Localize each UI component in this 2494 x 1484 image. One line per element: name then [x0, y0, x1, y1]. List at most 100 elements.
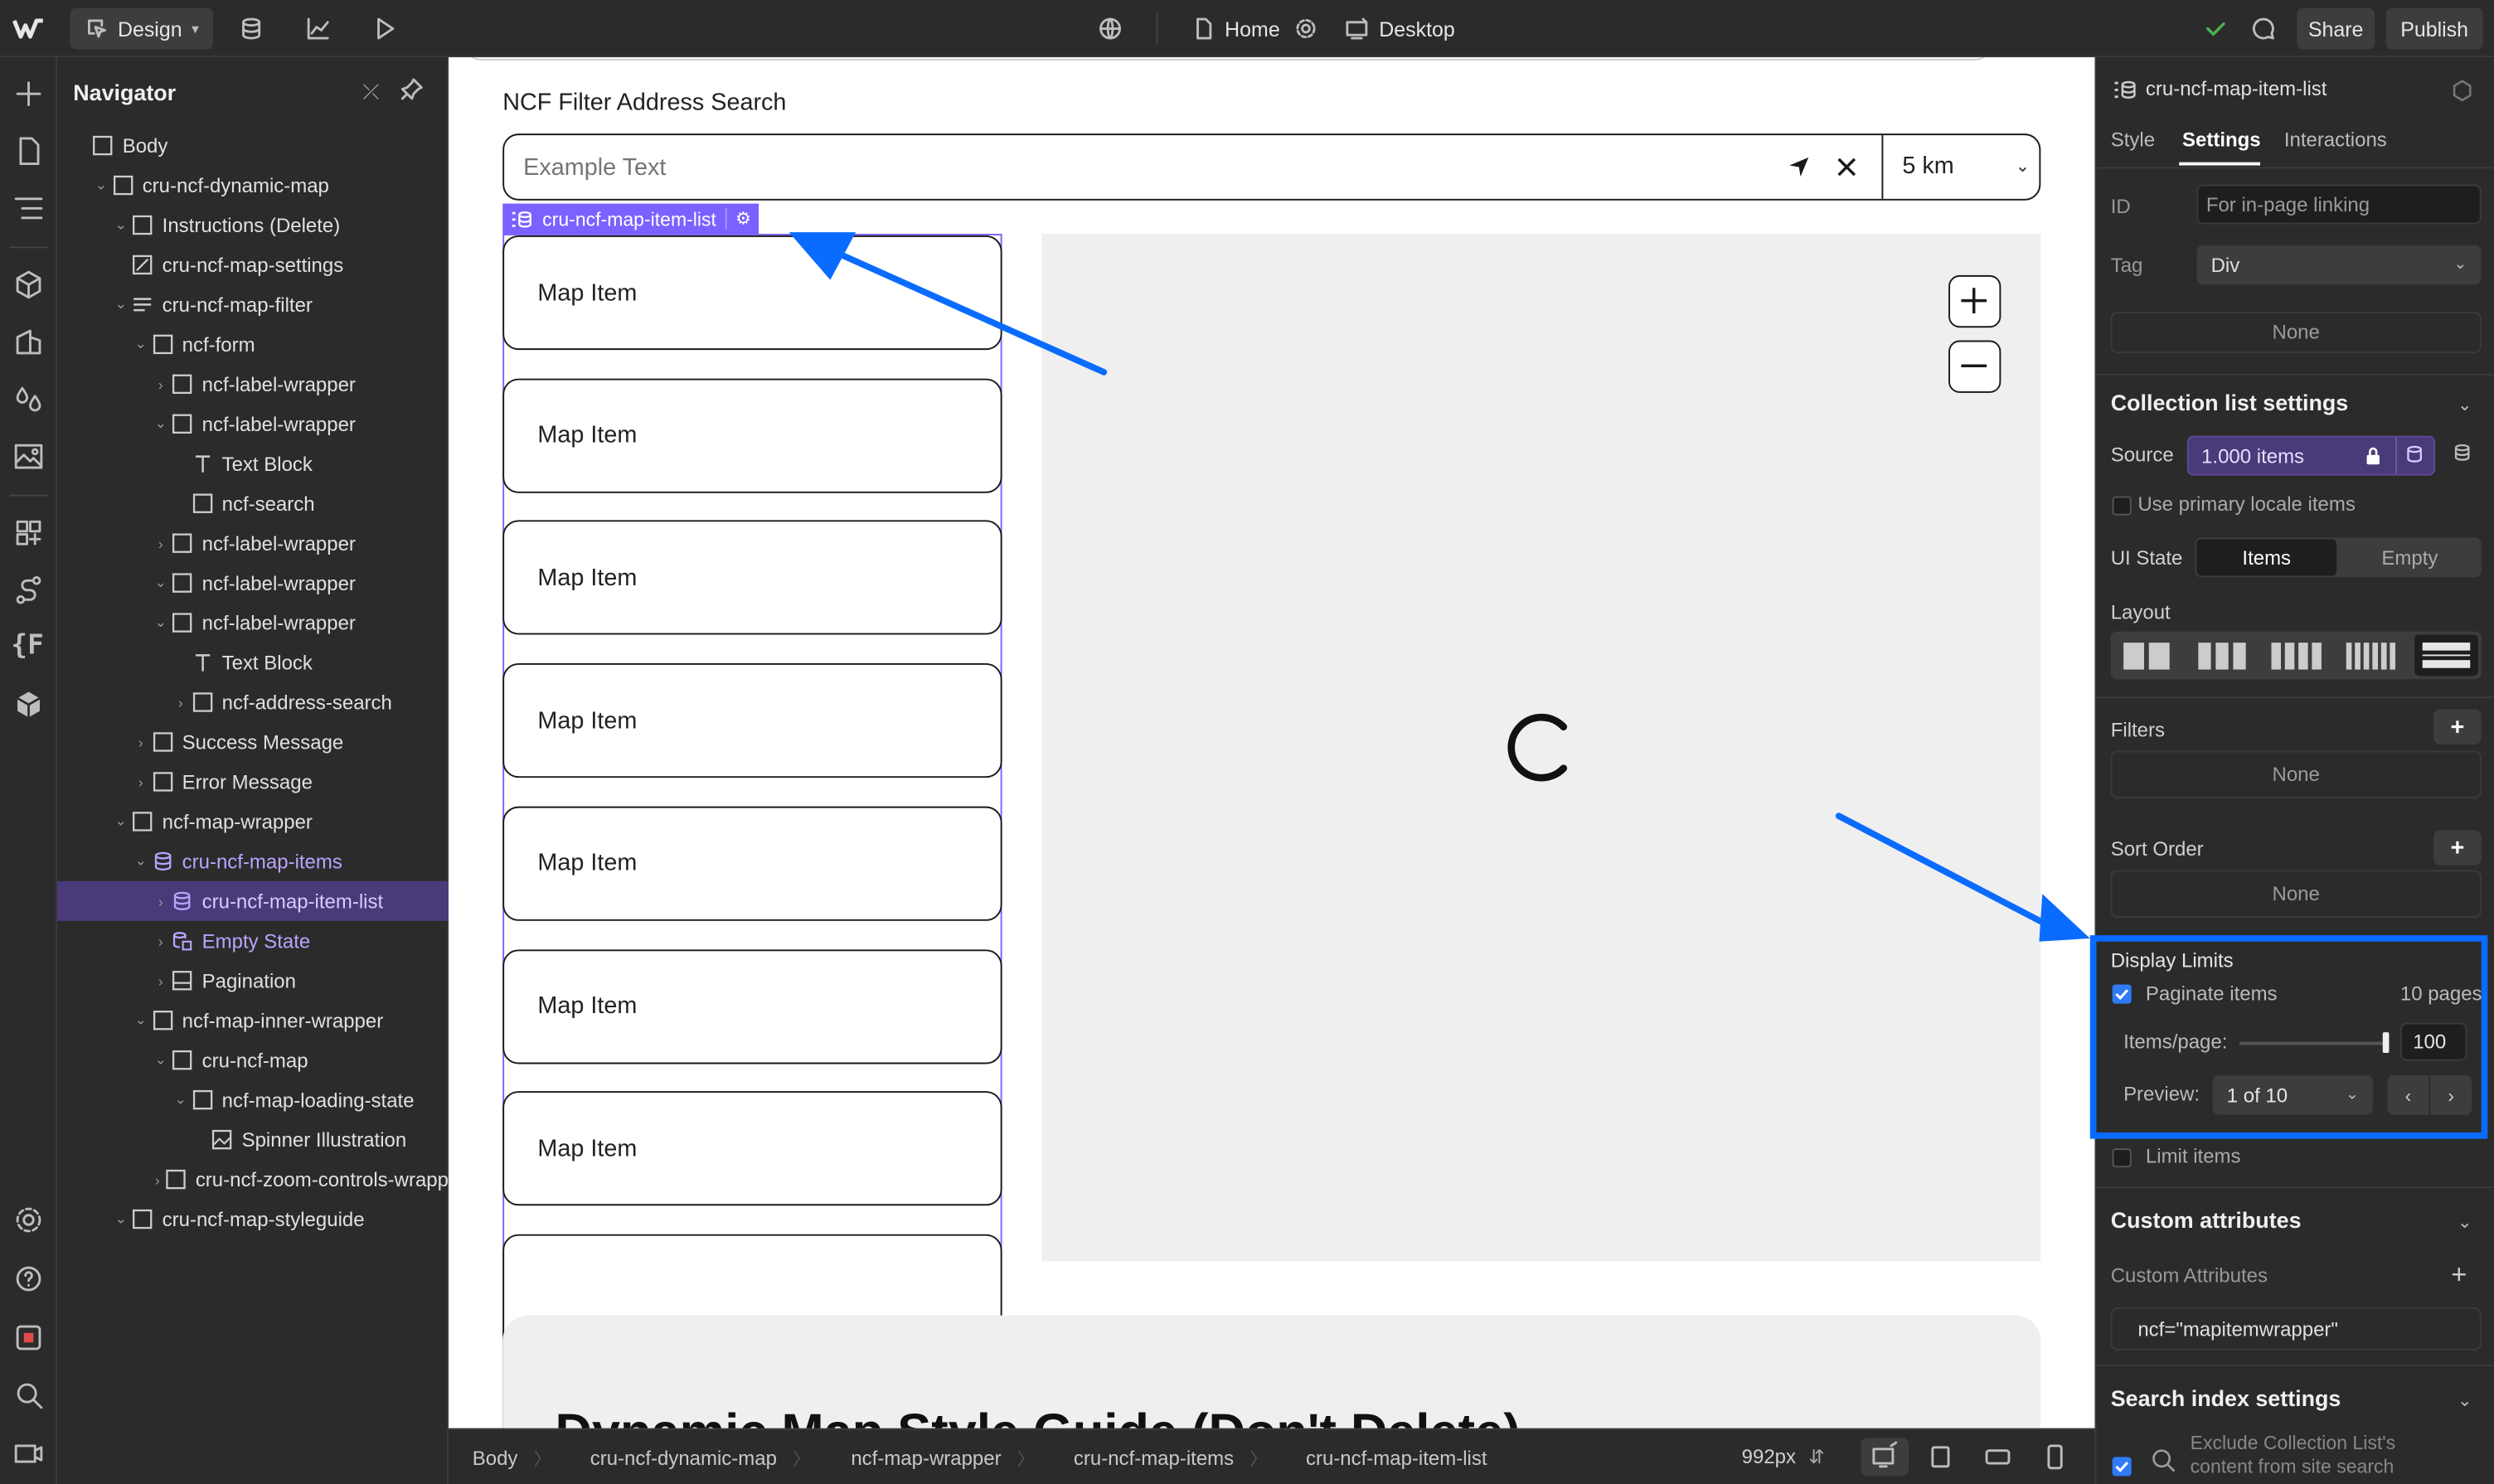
tag-select[interactable]: Div ⌄ — [2196, 245, 2482, 285]
database-icon[interactable] — [2451, 442, 2473, 464]
expand-chevron-icon[interactable]: ⌄ — [172, 1091, 188, 1108]
link-none-box[interactable]: None — [2110, 312, 2482, 353]
layout-4-columns-icon[interactable] — [2271, 643, 2322, 670]
tab-settings[interactable]: Settings — [2182, 129, 2261, 151]
style-selectors-icon[interactable] — [11, 324, 46, 359]
navigator-item[interactable]: ⌄ cru-ncf-map-filter — [57, 284, 449, 324]
collapse-all-icon[interactable]: ⤫ — [362, 80, 379, 105]
navigator-icon[interactable] — [11, 191, 46, 226]
navigator-item[interactable]: ⌄ cru-ncf-map-items — [57, 841, 449, 881]
navigator-item[interactable]: Spinner Illustration — [57, 1120, 449, 1160]
breadcrumb-item[interactable]: Body 〉 — [468, 1430, 551, 1484]
apps-icon[interactable] — [11, 516, 46, 550]
expand-chevron-icon[interactable]: ⌄ — [113, 216, 129, 234]
add-filter-button[interactable]: + — [2433, 709, 2482, 744]
layout-6-columns-icon[interactable] — [2346, 643, 2396, 670]
breadcrumb-item[interactable]: cru-ncf-map-item-list — [1301, 1430, 1487, 1484]
expand-chevron-icon[interactable]: ⌄ — [133, 852, 148, 870]
sort-none-box[interactable]: None — [2110, 870, 2482, 918]
search-index-title[interactable]: Search index settings — [2111, 1385, 2341, 1411]
preview-page-select[interactable]: 1 of 10 ⌄ — [2212, 1074, 2374, 1115]
expand-chevron-icon[interactable]: › — [172, 694, 188, 710]
chart-icon[interactable] — [305, 16, 331, 41]
items-per-page-input[interactable]: 100 — [2399, 1022, 2467, 1061]
ui-state-items-button[interactable]: Items — [2196, 539, 2337, 576]
navigator-item[interactable]: Text Block — [57, 444, 449, 483]
expand-chevron-icon[interactable]: › — [133, 734, 148, 749]
database-icon[interactable] — [239, 16, 264, 41]
limit-items-checkbox[interactable] — [2112, 1148, 2132, 1168]
navigator-item[interactable]: ⌄ ncf-map-wrapper — [57, 802, 449, 841]
layout-3-columns-icon[interactable] — [2198, 643, 2246, 670]
expand-chevron-icon[interactable]: › — [153, 933, 168, 948]
tab-interactions[interactable]: Interactions — [2284, 129, 2387, 151]
navigator-item[interactable]: ⌄ cru-ncf-map — [57, 1040, 449, 1080]
navigator-item[interactable]: Body — [57, 126, 449, 166]
expand-chevron-icon[interactable]: › — [153, 972, 168, 988]
share-button[interactable]: Share — [2297, 7, 2375, 50]
id-field[interactable]: For in-page linking — [2196, 184, 2482, 225]
expand-chevron-icon[interactable]: › — [153, 893, 168, 909]
navigator-item[interactable]: › ncf-label-wrapper — [57, 523, 449, 563]
navigator-item[interactable]: › Success Message — [57, 722, 449, 762]
expand-chevron-icon[interactable]: ⌄ — [153, 575, 168, 592]
play-icon[interactable] — [372, 16, 398, 41]
navigator-item[interactable]: ⌄ ncf-label-wrapper — [57, 404, 449, 444]
add-element-icon[interactable] — [11, 76, 46, 111]
layout-rows-button[interactable] — [2414, 634, 2478, 677]
settings-gear-icon[interactable] — [11, 1202, 46, 1237]
packages-box-icon[interactable] — [11, 687, 46, 722]
pages-icon[interactable] — [11, 133, 46, 168]
components-icon[interactable] — [11, 267, 46, 302]
navigator-item[interactable]: ⌄ ncf-form — [57, 324, 449, 364]
filters-none-box[interactable]: None — [2110, 750, 2482, 799]
navigator-item[interactable]: ⌄ ncf-map-loading-state — [57, 1080, 449, 1120]
breadcrumb-item[interactable]: cru-ncf-dynamic-map 〉 — [585, 1430, 810, 1484]
design-canvas[interactable]: NCF Filter Address Search 5 km ⌄ cru-ncf… — [448, 57, 2095, 1428]
navigator-item[interactable]: › Pagination — [57, 961, 449, 1001]
collection-db-icon[interactable] — [2404, 444, 2426, 466]
ui-state-empty-button[interactable]: Empty — [2340, 539, 2480, 575]
chevron-down-icon[interactable]: ⌄ — [2458, 1212, 2472, 1233]
preview-next-button[interactable]: › — [2430, 1074, 2472, 1115]
component-cube-icon[interactable] — [2449, 78, 2475, 104]
navigator-item[interactable]: ⌄ cru-ncf-map-styleguide — [57, 1200, 449, 1239]
navigator-item[interactable]: ⌄ Instructions (Delete) — [57, 205, 449, 245]
width-adjust-icon[interactable]: ⇵ — [1808, 1446, 1824, 1468]
add-attribute-plus-icon[interactable]: + — [2451, 1261, 2467, 1288]
logic-flow-icon[interactable] — [11, 573, 46, 608]
globe-icon[interactable] — [1098, 16, 1123, 41]
desktop-breakpoint-button[interactable] — [1861, 1438, 1909, 1477]
expand-chevron-icon[interactable]: › — [153, 536, 168, 551]
navigator-item[interactable]: Text Block — [57, 643, 449, 682]
chevron-down-icon[interactable]: ⌄ — [2458, 395, 2472, 415]
expand-chevron-icon[interactable]: ⌄ — [113, 812, 129, 830]
expand-chevron-icon[interactable]: ⌄ — [153, 1051, 168, 1069]
preview-prev-button[interactable]: ‹ — [2387, 1074, 2429, 1115]
navigator-item[interactable]: ⌄ ncf-label-wrapper — [57, 563, 449, 603]
expand-chevron-icon[interactable]: ⌄ — [133, 1011, 148, 1029]
chevron-down-icon[interactable]: ⌄ — [2458, 1390, 2472, 1411]
navigator-item[interactable]: cru-ncf-map-settings — [57, 245, 449, 284]
expand-chevron-icon[interactable]: ⌄ — [153, 614, 168, 632]
navigator-item[interactable]: ⌄ cru-ncf-dynamic-map — [57, 166, 449, 206]
videos-icon[interactable] — [11, 1434, 46, 1469]
breadcrumb-item[interactable]: cru-ncf-map-items 〉 — [1069, 1430, 1268, 1484]
navigator-item[interactable]: › ncf-label-wrapper — [57, 364, 449, 404]
expand-chevron-icon[interactable]: ⌄ — [113, 296, 129, 313]
navigator-item[interactable]: ncf-search — [57, 483, 449, 523]
search-icon[interactable] — [11, 1377, 46, 1412]
navigator-item[interactable]: › ncf-address-search — [57, 682, 449, 722]
assets-image-icon[interactable] — [11, 439, 46, 474]
webflow-logo[interactable] — [12, 14, 44, 43]
custom-attributes-title[interactable]: Custom attributes — [2111, 1207, 2302, 1233]
add-sort-button[interactable]: + — [2433, 830, 2482, 866]
custom-attribute-row[interactable]: ncf="mapitemwrapper" — [2110, 1307, 2482, 1351]
expand-chevron-icon[interactable]: › — [133, 774, 148, 789]
expand-chevron-icon[interactable]: ⌄ — [93, 177, 109, 194]
help-icon[interactable] — [11, 1259, 46, 1294]
exclude-search-checkbox[interactable] — [2112, 1457, 2132, 1477]
navigator-item[interactable]: › cru-ncf-map-item-list — [57, 880, 449, 921]
primary-locale-checkbox[interactable] — [2112, 496, 2132, 516]
audit-red-square-icon[interactable] — [11, 1320, 46, 1355]
